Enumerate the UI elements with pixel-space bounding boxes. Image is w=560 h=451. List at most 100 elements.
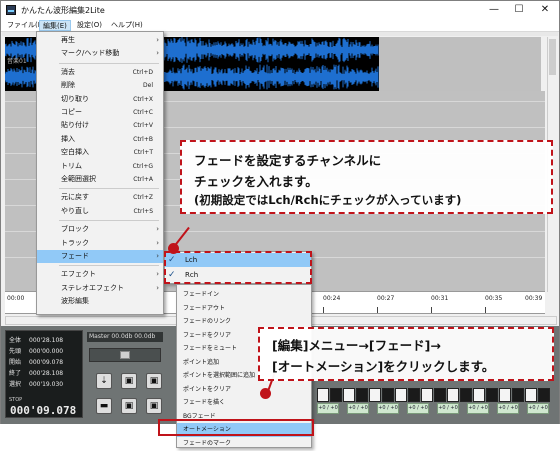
mixer-key[interactable] [473,388,485,402]
track-name-label: 音楽01 [7,58,27,65]
edit-menu-item[interactable]: ブロック › [37,223,163,236]
fade-menu-item[interactable]: フェードのマーク [177,437,311,451]
edit-menu-item[interactable]: トリム Ctrl+G [37,160,163,173]
submenu-arrow-icon: › [156,283,159,292]
ruler-tick-label: 00:00 [7,295,25,302]
track-gain-cell[interactable]: +0 / +0 [407,403,429,414]
mixer-key[interactable] [421,388,433,402]
mixer-key[interactable] [460,388,472,402]
title-bar: かんたん波形編集2Lite — ☐ ✕ [1,1,559,19]
mixer-key[interactable] [499,388,511,402]
fade-menu-item-label: フェードアウト [183,304,226,312]
fade-menu-item[interactable]: ポイントをクリア [177,383,311,397]
minimize-button[interactable]: — [485,3,503,16]
record-button[interactable]: ▣ [146,373,162,389]
counter-row: 終了 000'28.108 [9,370,64,377]
edit-menu-item[interactable]: 貼り付け Ctrl+V [37,119,163,132]
fade-menu-item-label: フェードのリンク [183,318,232,325]
edit-menu-item[interactable]: 切り取り Ctrl+X [37,93,163,106]
edit-menu-item[interactable]: 消去 Ctrl+D [37,66,163,79]
track-gain-cell[interactable]: +0 / +0 [527,403,549,414]
forward-button[interactable]: ▣ [146,398,162,414]
mixer-key[interactable] [434,388,446,402]
callout-channel-instruction: フェードを設定するチャンネルに チェックを入れます。 (初期設定ではLch/Rc… [180,140,553,214]
edit-menu-item[interactable]: マーク/ヘッド移動 › [37,47,163,60]
master-level-label: Master 00.0db 00.0db [87,332,163,342]
submenu-arrow-icon: › [156,49,159,58]
fade-menu-item[interactable]: フェードを描く [177,396,311,410]
edit-menu-item[interactable]: フェード › [37,250,163,263]
mixer-key[interactable] [512,388,524,402]
edit-menu-item[interactable]: 波形編集 [37,295,163,308]
mixer-key[interactable] [330,388,342,402]
menu-item-label: やり直し [61,206,89,215]
callout-text: (初期設定ではLch/Rchにチェックが入っています) [194,193,462,207]
menu-item-label: 貼り付け [61,121,89,130]
edit-menu-item[interactable]: エフェクト › [37,268,163,281]
automation-highlight-box [158,419,314,436]
play-button[interactable]: ▣ [121,373,137,389]
mixer-key[interactable] [356,388,368,402]
edit-menu-item[interactable]: 挿入 Ctrl+B [37,133,163,146]
submenu-arrow-icon: › [156,252,159,260]
mixer-key[interactable] [525,388,537,402]
ruler-tick-label: 00:31 [431,295,449,302]
track-gain-cell[interactable]: +0 / +0 [347,403,369,414]
mixer-key[interactable] [395,388,407,402]
rewind-button[interactable]: ▬ [96,398,112,414]
edit-menu-item[interactable]: トラック › [37,237,163,250]
menu-separator [59,62,159,64]
track-gain-cell[interactable]: +0 / +0 [317,403,339,414]
mixer-key[interactable] [369,388,381,402]
close-button[interactable]: ✕ [536,3,554,16]
edit-menu-item[interactable]: 削除 Del [37,79,163,92]
vertical-scroll-thumb[interactable] [549,39,556,75]
fade-menu-item-label: ポイントをクリア [183,385,232,393]
maximize-button[interactable]: ☐ [510,3,528,16]
mixer-key[interactable] [343,388,355,402]
mixer-key[interactable] [486,388,498,402]
callout-text: [編集]メニュー→[フェード]→ [272,338,441,353]
menu-help[interactable]: ヘルプ(H) [108,20,146,31]
edit-menu-item[interactable]: ステレオエフェクト › [37,282,163,295]
menu-item-label: 元に戻す [61,193,89,202]
current-time-display: 000'09.078 [10,404,77,417]
edit-menu-item[interactable]: やり直し Ctrl+S [37,205,163,218]
edit-menu-dropdown: 再生 › マーク/ヘッド移動 › 消去 Ctrl+D 削除 Del 切り取り Ctrl+X コピー C… [36,31,164,315]
master-fader[interactable] [89,348,161,362]
menu-item-label: 再生 [61,36,75,44]
menu-settings[interactable]: 設定(O) [74,20,105,31]
edit-menu-item[interactable]: 元に戻す Ctrl+Z [37,191,163,204]
menu-edit[interactable]: 編集(E) [39,20,71,31]
fade-menu-item[interactable]: フェードイン [177,288,311,302]
edit-menu-item[interactable]: 全範囲選択 Ctrl+A [37,173,163,186]
edit-menu-item[interactable]: コピー Ctrl+C [37,106,163,119]
edit-menu-item[interactable]: 再生 › [37,34,163,47]
time-counter: 全体 000'28.108 先頭 000'00.000 開始 000'09.078 終… [5,330,83,418]
menu-item-shortcut: Ctrl+X [133,95,153,103]
callout-text: フェードを設定するチャンネルに [194,153,382,168]
track-gain-cell[interactable]: +0 / +0 [377,403,399,414]
volume-down-button[interactable]: ⇣ [96,373,112,389]
track-gain-cell[interactable]: +0 / +0 [467,403,489,414]
menu-item-label: 消去 [61,67,75,76]
mixer-key[interactable] [447,388,459,402]
fade-menu-item-label: フェードを描く [183,399,226,406]
track-gain-cell[interactable]: +0 / +0 [437,403,459,414]
mixer-key[interactable] [408,388,420,402]
mixer-key[interactable] [317,388,329,402]
waveform-empty-area [379,37,541,91]
menu-item-label: 削除 [61,81,75,90]
menu-separator [59,265,159,267]
menu-separator [59,220,159,222]
track-mixer: +0 / +0 +0 / +0 +0 / +0 +0 / +0 +0 / +0 … [317,388,559,422]
mixer-key[interactable] [538,388,550,402]
fader-knob[interactable] [120,351,130,359]
leader-dot [260,388,271,399]
mixer-key[interactable] [382,388,394,402]
edit-menu-item[interactable]: 空白挿入 Ctrl+T [37,146,163,159]
fade-menu-item[interactable]: フェードアウト [177,302,311,316]
stop-button[interactable]: ▣ [121,398,137,414]
menu-item-shortcut: Ctrl+C [133,109,153,116]
track-gain-cell[interactable]: +0 / +0 [497,403,519,414]
